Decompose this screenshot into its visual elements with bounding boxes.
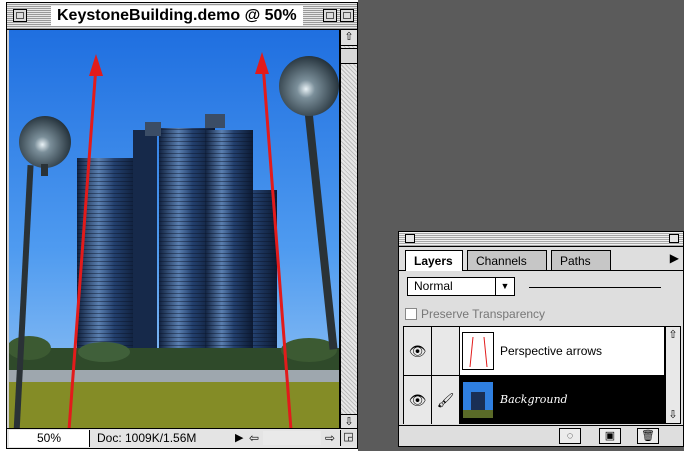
resize-icon[interactable]: ◲ bbox=[340, 430, 356, 446]
zoom-box-icon[interactable] bbox=[323, 9, 337, 22]
status-bar: 50% Doc: 1009K/1.56M ▶ ⇦ ⇨ ◲ bbox=[7, 428, 357, 448]
opacity-slider[interactable] bbox=[529, 287, 661, 288]
scroll-thumb[interactable] bbox=[341, 48, 357, 64]
arrow-up-icon[interactable]: ⇧ bbox=[341, 30, 357, 46]
building-photo bbox=[9, 30, 339, 430]
layer-thumbnail bbox=[462, 381, 494, 419]
layer-link-cell[interactable] bbox=[432, 327, 460, 375]
preserve-transparency-option[interactable]: Preserve Transparency bbox=[405, 307, 545, 323]
blend-mode-select[interactable]: Normal ▼ bbox=[407, 277, 515, 296]
layer-row[interactable]: 👁 Perspective arrows bbox=[404, 327, 664, 376]
tab-layers[interactable]: Layers bbox=[405, 250, 463, 271]
document-window: KeystoneBuilding.demo @ 50% ⇧ ⇩ 50% Doc:… bbox=[6, 2, 358, 449]
blend-mode-value: Normal bbox=[414, 279, 453, 293]
document-titlebar[interactable]: KeystoneBuilding.demo @ 50% bbox=[7, 3, 357, 30]
horizontal-scrollbar[interactable] bbox=[263, 431, 321, 445]
trash-icon[interactable]: 🗑 bbox=[637, 428, 659, 444]
palette-close-box-icon[interactable] bbox=[405, 234, 415, 243]
vertical-scrollbar[interactable]: ⇧ ⇩ bbox=[340, 30, 357, 430]
layer-thumbnail bbox=[462, 332, 494, 370]
arrows-thumbnail bbox=[469, 336, 488, 368]
arrow-up-icon[interactable]: ⇧ bbox=[666, 328, 680, 342]
layers-palette: Layers Channels Paths ▶ Normal ▼ Preserv… bbox=[398, 231, 684, 447]
arrow-left-icon[interactable]: ⇦ bbox=[247, 430, 261, 446]
palette-tabs: Layers Channels Paths bbox=[405, 250, 667, 271]
background-thumbnail bbox=[463, 382, 493, 418]
paintbrush-icon[interactable]: 🖌 bbox=[432, 376, 460, 424]
palette-bottom-bar: ◌ ▣ 🗑 bbox=[399, 425, 683, 446]
zoom-level-field[interactable]: 50% bbox=[9, 430, 90, 447]
new-layer-icon[interactable]: ▣ bbox=[599, 428, 621, 444]
document-title: KeystoneBuilding.demo @ 50% bbox=[51, 6, 303, 26]
status-menu-arrow-icon[interactable]: ▶ bbox=[235, 431, 243, 444]
tab-paths[interactable]: Paths bbox=[551, 250, 611, 270]
image-canvas[interactable] bbox=[9, 30, 340, 430]
tab-channels[interactable]: Channels bbox=[467, 250, 547, 270]
collapse-box-icon[interactable] bbox=[340, 9, 354, 22]
palette-menu-arrow-icon[interactable]: ▶ bbox=[670, 251, 679, 265]
palette-titlebar[interactable] bbox=[399, 232, 683, 247]
preserve-transparency-checkbox[interactable] bbox=[405, 308, 417, 320]
preserve-transparency-label: Preserve Transparency bbox=[421, 307, 546, 321]
palette-scrollbar[interactable]: ⇧ ⇩ bbox=[665, 326, 681, 424]
layer-name: Background bbox=[500, 393, 568, 406]
layer-row[interactable]: 👁 🖌 Background bbox=[404, 376, 664, 424]
layer-list: 👁 Perspective arrows 👁 🖌 Background bbox=[403, 326, 665, 424]
eye-icon[interactable]: 👁 bbox=[404, 376, 432, 424]
arrow-right-icon[interactable]: ⇨ bbox=[323, 430, 337, 446]
palette-collapse-box-icon[interactable] bbox=[669, 234, 679, 243]
layer-name: Perspective arrows bbox=[500, 344, 603, 358]
document-size-info[interactable]: Doc: 1009K/1.56M bbox=[97, 430, 196, 447]
arrow-down-icon[interactable]: ⇩ bbox=[666, 408, 680, 422]
mask-icon[interactable]: ◌ bbox=[559, 428, 581, 444]
eye-icon[interactable]: 👁 bbox=[404, 327, 432, 375]
close-box-icon[interactable] bbox=[13, 9, 27, 22]
chevron-down-icon: ▼ bbox=[495, 278, 514, 295]
